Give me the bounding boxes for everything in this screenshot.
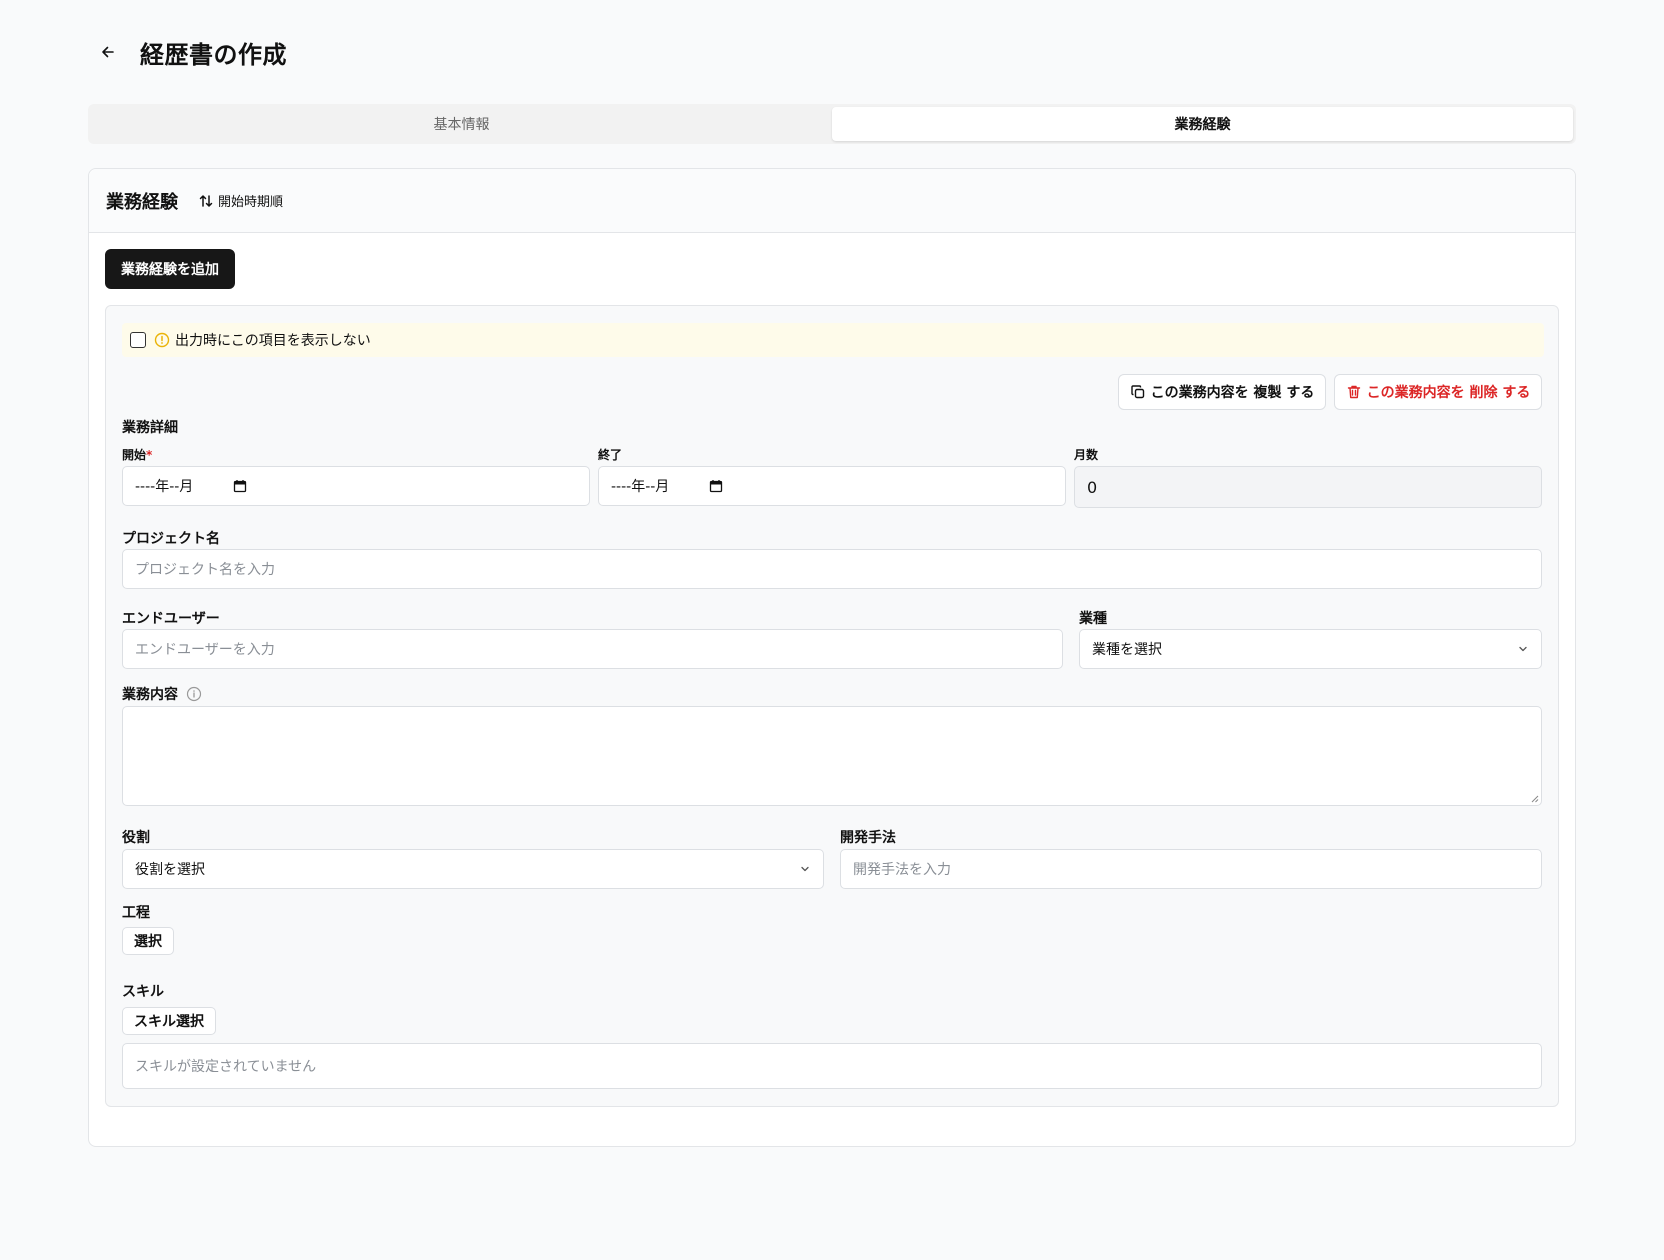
industry-select[interactable]: 業種を選択 — [1079, 629, 1542, 669]
sort-label: 開始時期順 — [218, 195, 284, 210]
delete-entry-label: この業務内容を 削除 する — [1366, 385, 1531, 401]
back-arrow-icon[interactable] — [96, 40, 120, 64]
page-title: 経歴書の作成 — [140, 40, 287, 69]
hide-on-output-checkbox[interactable] — [130, 332, 146, 348]
tab-work-experience[interactable]: 業務経験 — [832, 107, 1573, 141]
industry-select-value: 業種を選択 — [1092, 642, 1162, 658]
end-user-input[interactable]: エンドユーザーを入力 — [122, 629, 1063, 669]
warning-circle-icon — [154, 332, 170, 348]
project-name-label: プロジェクト名 — [122, 531, 220, 547]
section-title: 業務経験 — [106, 191, 178, 213]
resize-handle-icon[interactable] — [1531, 795, 1539, 803]
add-experience-button[interactable]: 業務経験を追加 — [105, 249, 235, 289]
duplicate-entry-label: この業務内容を 複製 する — [1150, 385, 1315, 401]
skills-list-empty: スキルが設定されていません — [122, 1043, 1542, 1089]
info-icon[interactable] — [186, 686, 202, 702]
process-label: 工程 — [122, 905, 150, 921]
trash-icon — [1347, 385, 1360, 399]
project-name-input[interactable]: プロジェクト名を入力 — [122, 549, 1542, 589]
role-label: 役割 — [122, 830, 150, 846]
tab-basic-info[interactable]: 基本情報 — [91, 107, 832, 141]
description-textarea[interactable] — [122, 706, 1542, 806]
industry-label: 業種 — [1079, 611, 1107, 627]
calendar-icon — [710, 480, 723, 493]
work-experience-card: 業務経験 開始時期順 業務経験を追加 出力時にこの項目を表示しない この業務内容… — [88, 168, 1576, 1147]
hide-on-output-label: 出力時にこの項目を表示しない — [175, 333, 371, 349]
hide-on-output-bar: 出力時にこの項目を表示しない — [122, 323, 1544, 357]
skill-select-button[interactable]: スキル選択 — [122, 1007, 216, 1035]
details-title: 業務詳細 — [122, 420, 178, 436]
start-month-input[interactable]: ----年--月 — [122, 466, 590, 506]
sort-button[interactable]: 開始時期順 — [198, 191, 283, 210]
dev-method-input[interactable]: 開発手法を入力 — [840, 849, 1542, 889]
process-select-button[interactable]: 選択 — [122, 927, 174, 955]
end-user-label: エンドユーザー — [122, 611, 220, 627]
skills-label: スキル — [122, 984, 164, 1000]
end-label: 終了 — [598, 448, 623, 462]
description-label: 業務内容 — [122, 684, 202, 704]
chevron-down-icon — [801, 866, 809, 872]
months-field: 0 — [1074, 466, 1542, 508]
tab-bar: 基本情報 業務経験 — [88, 104, 1576, 144]
chevron-down-icon — [1519, 646, 1527, 652]
sort-arrows-icon — [199, 194, 213, 207]
dev-method-label: 開発手法 — [840, 830, 896, 846]
page-header: 経歴書の作成 — [96, 34, 287, 70]
start-label: 開始* — [122, 448, 153, 462]
end-month-value: ----年--月 — [611, 479, 670, 495]
months-label: 月数 — [1074, 448, 1099, 462]
duplicate-entry-button[interactable]: この業務内容を 複製 する — [1118, 374, 1326, 410]
card-header: 業務経験 開始時期順 — [89, 169, 1575, 233]
copy-icon — [1130, 385, 1144, 399]
calendar-icon — [234, 480, 247, 493]
role-select[interactable]: 役割を選択 — [122, 849, 824, 889]
start-month-value: ----年--月 — [135, 479, 194, 495]
delete-entry-button[interactable]: この業務内容を 削除 する — [1334, 374, 1542, 410]
end-month-input[interactable]: ----年--月 — [598, 466, 1066, 506]
experience-entry: 出力時にこの項目を表示しない この業務内容を 複製 する この業務内容を 削除 … — [105, 305, 1559, 1107]
role-select-value: 役割を選択 — [135, 862, 205, 878]
